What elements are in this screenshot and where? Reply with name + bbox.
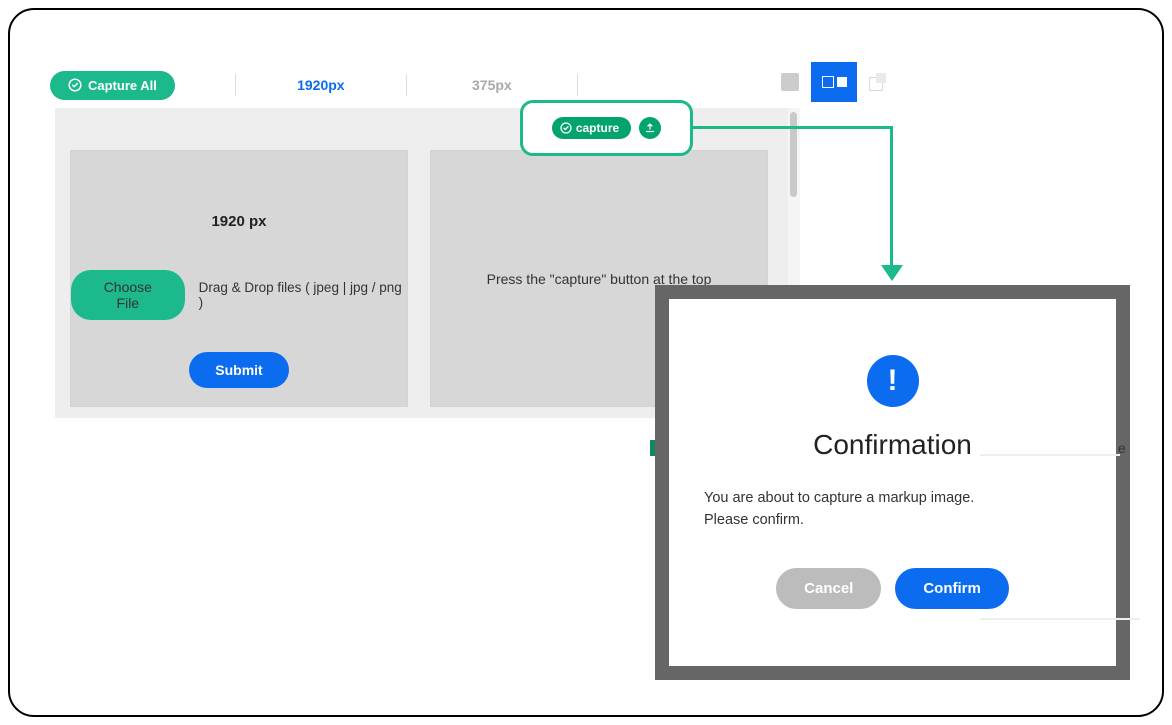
capture-button[interactable]: capture	[552, 117, 631, 139]
panel-title: 1920 px	[211, 213, 266, 230]
modal-buttons: Cancel Confirm	[776, 568, 1009, 609]
callout-arrow	[890, 126, 893, 266]
split-left-icon	[822, 76, 834, 88]
tab-1920[interactable]: 1920px	[236, 77, 406, 93]
modal-body-line1: You are about to capture a markup image.	[704, 487, 974, 509]
overlay-view-icon[interactable]	[869, 73, 887, 91]
top-toolbar: Capture All 1920px 375px	[50, 65, 1122, 105]
confirm-button[interactable]: Confirm	[895, 568, 1009, 609]
upload-panel: 1920 px Choose File Drag & Drop files ( …	[70, 150, 408, 407]
modal-body: You are about to capture a markup image.…	[704, 487, 974, 532]
tab-375[interactable]: 375px	[407, 77, 577, 93]
drag-hint: Drag & Drop files ( jpeg | jpg / png )	[199, 280, 407, 310]
split-right-icon	[837, 77, 847, 87]
edge-text: e	[1118, 440, 1126, 456]
upload-button[interactable]	[639, 117, 661, 139]
viewport-tabs: 1920px 375px	[235, 69, 578, 101]
cancel-button[interactable]: Cancel	[776, 568, 881, 609]
split-view-button[interactable]	[811, 62, 857, 102]
capture-all-label: Capture All	[88, 78, 157, 93]
choose-file-button[interactable]: Choose File	[71, 270, 185, 320]
upload-icon	[644, 122, 656, 134]
modal-overlay: ! Confirmation You are about to capture …	[655, 285, 1130, 680]
capture-callout: capture	[520, 100, 693, 156]
file-row: Choose File Drag & Drop files ( jpeg | j…	[71, 270, 407, 320]
app-frame: Capture All 1920px 375px 1920 px Choose …	[8, 8, 1164, 717]
confirmation-modal: ! Confirmation You are about to capture …	[669, 299, 1116, 666]
edge-divider	[980, 618, 1140, 620]
checkmark-circle-icon	[560, 122, 572, 134]
tab-divider	[577, 74, 578, 96]
callout-arrow	[693, 126, 893, 129]
modal-title: Confirmation	[813, 429, 972, 461]
callout-arrow-head	[881, 265, 903, 281]
edge-divider	[980, 454, 1120, 456]
alert-icon: !	[867, 355, 919, 407]
scrollbar-thumb[interactable]	[790, 112, 797, 197]
submit-button[interactable]: Submit	[189, 352, 288, 388]
capture-label: capture	[576, 121, 619, 135]
capture-all-button[interactable]: Capture All	[50, 71, 175, 100]
single-view-icon[interactable]	[781, 73, 799, 91]
checkmark-circle-icon	[68, 78, 82, 92]
view-mode-controls	[781, 62, 887, 102]
modal-body-line2: Please confirm.	[704, 509, 974, 531]
